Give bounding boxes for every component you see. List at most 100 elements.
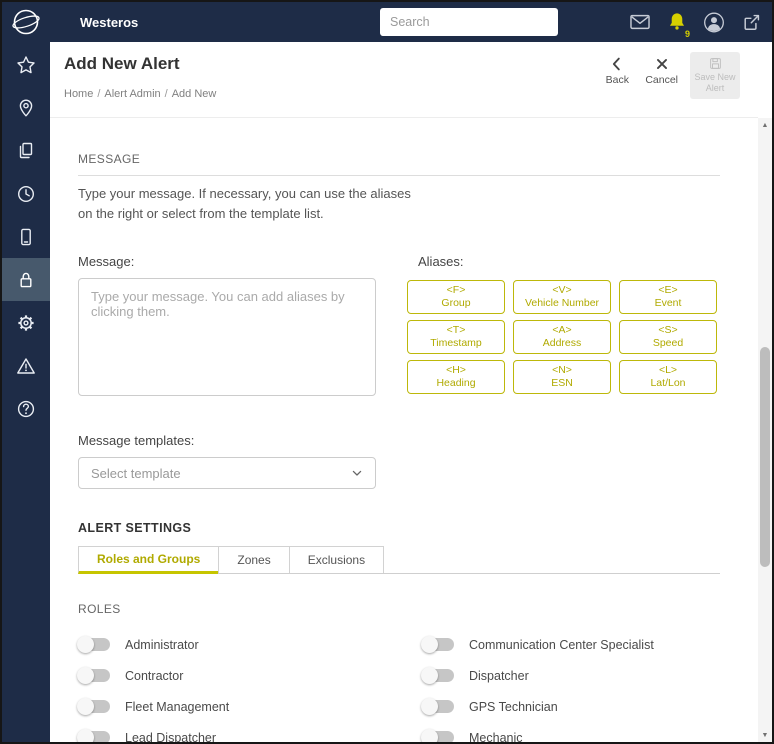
tab-zones[interactable]: Zones <box>218 546 290 575</box>
toggle-fleet-management[interactable] <box>77 698 110 716</box>
open-in-new-button[interactable] <box>740 9 762 35</box>
mobile-icon <box>21 228 31 245</box>
scroll-up-button[interactable]: ▲ <box>758 118 772 132</box>
section-divider <box>78 175 720 176</box>
alert-settings-tabs: Roles and Groups Zones Exclusions <box>78 545 720 575</box>
page-title: Add New Alert <box>64 54 180 73</box>
role-row-communication-center-specialist: Communication Center Specialist <box>421 636 720 654</box>
alias-button-vehicle-number[interactable]: <V> Vehicle Number <box>513 280 611 315</box>
role-row-gps-technician: GPS Technician <box>421 698 720 716</box>
templates-block: Message templates: Select template <box>78 433 720 490</box>
brand-logo[interactable] <box>2 7 50 37</box>
role-row-dispatcher: Dispatcher <box>421 667 720 685</box>
account-icon <box>704 12 724 32</box>
page-header: Add New Alert Home / Alert Admin / Add New B… <box>50 42 758 118</box>
alias-button-timestamp[interactable]: <T> Timestamp <box>407 320 505 355</box>
clock-icon <box>17 185 35 202</box>
alias-button-group[interactable]: <F> Group <box>407 280 505 315</box>
globe-logo-icon <box>12 9 40 35</box>
star-icon <box>17 55 35 73</box>
sidebar-item-settings[interactable] <box>2 301 50 344</box>
alias-button-address[interactable]: <A> Address <box>513 320 611 355</box>
bell-badge: 9 <box>684 29 690 39</box>
close-icon <box>656 59 667 69</box>
toggle-lead-dispatcher[interactable] <box>77 729 110 742</box>
sidebar-item-history[interactable] <box>2 172 50 215</box>
template-select[interactable]: Select template <box>78 457 376 490</box>
save-new-alert-button[interactable]: Save New Alert <box>690 52 740 99</box>
mail-button[interactable] <box>629 9 651 35</box>
message-intro-text: Type your message. If necessary, you can… <box>78 186 411 222</box>
cancel-button[interactable]: Cancel <box>645 52 678 86</box>
help-icon <box>17 400 35 417</box>
role-row-mechanic: Mechanic <box>421 729 720 742</box>
scrollbar-thumb[interactable] <box>760 347 770 567</box>
notifications-button[interactable]: 9 <box>666 9 690 39</box>
main-area: Add New Alert Home / Alert Admin / Add New B… <box>50 42 772 742</box>
sidebar-item-warnings[interactable] <box>2 344 50 387</box>
breadcrumb-current: Add New <box>171 88 217 100</box>
tab-roles-and-groups[interactable]: Roles and Groups <box>78 546 220 575</box>
role-row-fleet-management: Fleet Management <box>77 698 422 716</box>
mail-icon <box>630 14 650 30</box>
message-label: Message: <box>78 254 135 270</box>
sidebar-item-devices[interactable] <box>2 215 50 258</box>
message-templates-label: Message templates: <box>78 433 195 449</box>
alias-button-heading[interactable]: <H> Heading <box>407 360 505 395</box>
alert-settings-heading: ALERT SETTINGS <box>78 521 192 536</box>
sidebar-item-locations[interactable] <box>2 86 50 129</box>
breadcrumb: Home / Alert Admin / Add New <box>64 88 217 100</box>
toggle-contractor[interactable] <box>77 667 110 685</box>
breadcrumb-link-home[interactable]: Home <box>64 88 93 100</box>
alias-button-event[interactable]: <E> Event <box>619 280 717 315</box>
topbar-icons: 9 <box>629 2 762 42</box>
role-row-administrator: Administrator <box>77 636 422 654</box>
sidebar-item-help[interactable] <box>2 387 50 430</box>
gear-icon <box>18 314 34 331</box>
message-column: Message: <box>78 254 376 401</box>
sidebar-item-alert-admin[interactable] <box>2 258 50 301</box>
message-row: Message: Aliases: <F>Group <V>Vehicle Nu… <box>78 254 720 401</box>
back-button[interactable]: Back <box>601 52 633 86</box>
chevron-down-icon <box>352 471 362 476</box>
lock-icon <box>20 272 32 287</box>
header-actions: Back Cancel Save New Alert <box>601 52 740 99</box>
page-content: MESSAGE Type your message. If necessary,… <box>50 118 758 742</box>
warning-icon <box>17 357 35 374</box>
breadcrumb-link-alert-admin[interactable]: Alert Admin <box>104 88 160 100</box>
save-icon <box>709 58 721 69</box>
tab-exclusions[interactable]: Exclusions <box>288 546 385 575</box>
toggle-gps-technician[interactable] <box>421 698 454 716</box>
app-window: Westeros 9 <box>0 0 774 744</box>
roles-grid: Administrator Communication Center Speci… <box>77 636 720 742</box>
alias-button-speed[interactable]: <S> Speed <box>619 320 717 355</box>
alias-grid: <F> Group <V> Vehicle Number <E> Event <T> T… <box>407 280 717 395</box>
vertical-scrollbar[interactable]: ▲ ▼ <box>758 118 772 742</box>
sidebar-item-favorites[interactable] <box>2 43 50 86</box>
aliases-column: Aliases: <F> Group <V> Vehicle Number <E> E… <box>407 254 717 401</box>
brand-name: Westeros <box>80 14 139 30</box>
alias-button-esn[interactable]: <N> ESN <box>513 360 611 395</box>
map-pin-icon <box>19 99 33 116</box>
toggle-dispatcher[interactable] <box>421 667 454 685</box>
message-section-heading: MESSAGE <box>78 152 141 166</box>
toggle-administrator[interactable] <box>77 636 110 654</box>
open-in-new-icon <box>743 14 759 30</box>
toggle-communication-center-specialist[interactable] <box>421 636 454 654</box>
role-row-contractor: Contractor <box>77 667 422 685</box>
account-button[interactable] <box>703 9 725 35</box>
topbar: Westeros 9 <box>2 2 772 42</box>
toggle-mechanic[interactable] <box>421 729 454 742</box>
alias-button-latlon[interactable]: <L> Lat/Lon <box>619 360 717 395</box>
roles-heading: ROLES <box>78 602 121 617</box>
search-box[interactable] <box>380 8 558 36</box>
aliases-label: Aliases: <box>418 254 464 270</box>
scroll-down-button[interactable]: ▼ <box>758 728 772 742</box>
documents-icon <box>19 142 33 158</box>
message-textarea[interactable] <box>78 278 376 397</box>
role-row-lead-dispatcher: Lead Dispatcher <box>77 729 422 742</box>
chevron-left-icon <box>613 57 621 71</box>
sidebar-item-documents[interactable] <box>2 129 50 172</box>
search-input[interactable] <box>390 15 551 29</box>
sidebar <box>2 42 50 742</box>
